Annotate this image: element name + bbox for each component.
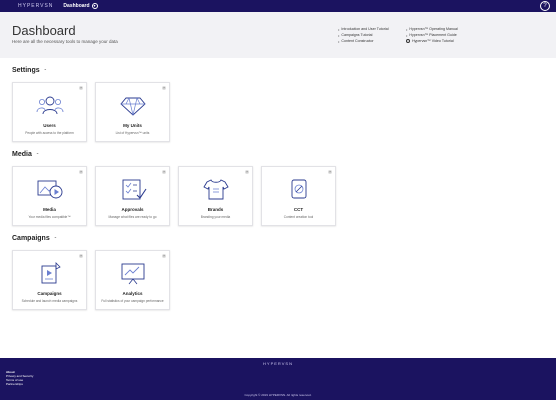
cct-icon — [291, 179, 307, 199]
chevron-down-icon: ⌃ — [43, 68, 47, 73]
card-title: Media — [43, 207, 56, 212]
chevron-down-icon: ⌃ — [53, 236, 58, 241]
card-brands[interactable]: ? Brands Branding your media — [178, 166, 253, 226]
card-title: CCT — [293, 207, 304, 212]
page-header: Dashboard Here are all the necessary too… — [0, 12, 556, 58]
chevron-down-icon: ▾ — [91, 3, 98, 9]
nav-dashboard[interactable]: Dashboard ▾ — [63, 3, 98, 9]
analytics-icon — [121, 263, 145, 285]
section-campaigns[interactable]: Campaigns ⌃ — [12, 235, 57, 242]
manual-links: • Hypervsn™ Operating Manual • Hypervsn™ P… — [406, 26, 458, 44]
card-cct[interactable]: ? CCT Content creation tool — [261, 166, 336, 226]
card-description: Schedule and launch media campaigns — [21, 299, 78, 303]
bullet-icon: • — [406, 32, 408, 38]
help-icon[interactable]: ? — [245, 170, 249, 174]
card-title: Analytics — [122, 291, 143, 296]
bullet-icon: • — [338, 32, 340, 38]
top-navigation-bar: HYPERVSN Dashboard ▾ ? — [0, 0, 556, 12]
card-description: List of Hypervsn™ units — [115, 131, 150, 135]
tutorial-links: • Introduction and User Tutorial • Campaig… — [338, 26, 389, 44]
approvals-icon — [122, 179, 147, 200]
help-icon[interactable]: ? — [162, 254, 166, 258]
card-description: Content creation tool — [283, 215, 314, 219]
campaigns-icon — [41, 262, 61, 284]
card-title: Campaigns — [37, 291, 62, 296]
page-title: Dashboard — [12, 23, 76, 38]
card-description: Full statistics of your campaign perform… — [101, 299, 164, 303]
play-circle-icon — [406, 39, 410, 43]
card-description: Branding your media — [200, 215, 231, 219]
footer-link[interactable]: Partnerships — [6, 382, 33, 386]
bullet-icon: • — [338, 38, 340, 44]
card-approvals[interactable]: ? Approvals Manage what files are ready … — [95, 166, 170, 226]
copyright-text: Copyright © 2019 HYPERVSN. All rights re… — [244, 393, 312, 397]
card-media[interactable]: ? Media Your media files compatible™ — [12, 166, 87, 226]
help-button[interactable]: ? — [540, 1, 550, 11]
section-settings[interactable]: Settings ⌃ — [12, 67, 47, 74]
card-description: People with access to the platform — [25, 131, 74, 135]
shirt-icon — [203, 179, 229, 200]
diamond-icon — [120, 97, 146, 116]
brand-logo[interactable]: HYPERVSN — [18, 3, 53, 9]
page-subtitle: Here are all the necessary tools to mana… — [12, 39, 118, 44]
help-icon[interactable]: ? — [162, 86, 166, 90]
tutorial-link[interactable]: • Content Constructor — [338, 38, 389, 44]
help-icon[interactable]: ? — [79, 170, 83, 174]
footer-links: About Privacy and Security Terms of use … — [6, 370, 33, 386]
bullet-icon: • — [406, 26, 408, 32]
card-title: Approvals — [121, 207, 144, 212]
card-analytics[interactable]: ? Analytics Full statistics of your camp… — [95, 250, 170, 310]
footer-logo: HYPERVSN — [263, 361, 293, 366]
manual-link[interactable]: Hypervsn™ Video Tutorial — [406, 38, 458, 44]
card-my-units[interactable]: ? My Units List of Hypervsn™ units — [95, 82, 170, 142]
card-title: Users — [43, 123, 56, 128]
section-media[interactable]: Media ⌃ — [12, 151, 39, 158]
page-footer: HYPERVSN About Privacy and Security Term… — [0, 358, 556, 400]
bullet-icon: • — [338, 26, 340, 32]
card-title: Brands — [207, 207, 224, 212]
help-icon[interactable]: ? — [79, 254, 83, 258]
card-description: Your media files compatible™ — [28, 215, 71, 219]
chevron-down-icon: ⌃ — [35, 152, 40, 157]
help-icon[interactable]: ? — [328, 170, 332, 174]
card-campaigns[interactable]: ? Campaigns Schedule and launch media ca… — [12, 250, 87, 310]
help-icon[interactable]: ? — [162, 170, 166, 174]
media-icon — [37, 180, 63, 199]
card-description: Manage what files are ready to go — [108, 215, 157, 219]
help-icon[interactable]: ? — [79, 86, 83, 90]
nav-dashboard-label: Dashboard — [63, 3, 90, 9]
users-icon — [36, 96, 64, 115]
card-title: My Units — [123, 123, 142, 128]
card-users[interactable]: ? Users People with access to the platfo… — [12, 82, 87, 142]
